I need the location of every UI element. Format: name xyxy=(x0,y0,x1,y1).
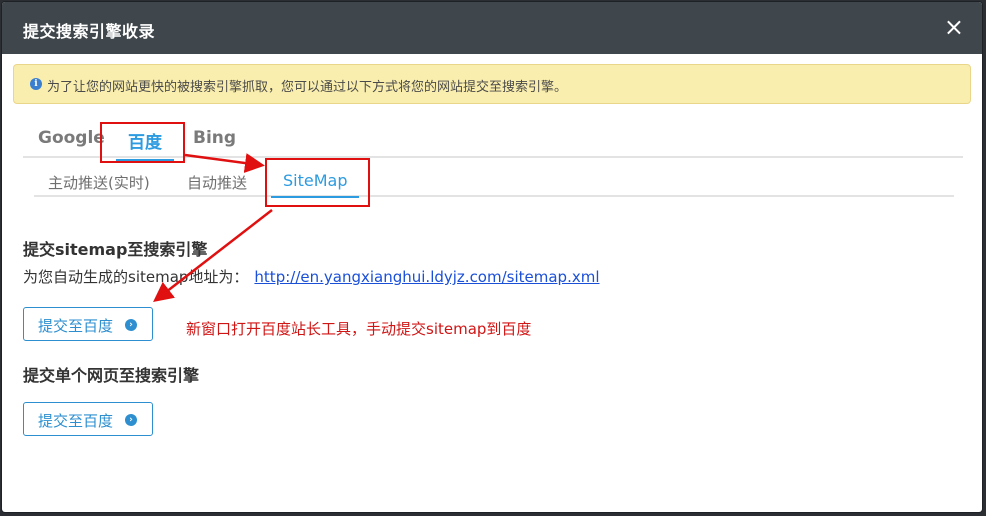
info-notice: i 为了让您的网站更快的被搜索引擎抓取，您可以通过以下方式将您的网站提交至搜索引… xyxy=(13,64,971,104)
dialog-header: 提交搜索引擎收录 × xyxy=(2,2,982,54)
notice-text: 为了让您的网站更快的被搜索引擎抓取，您可以通过以下方式将您的网站提交至搜索引擎。 xyxy=(47,80,568,95)
arrow-circle-right-icon: › xyxy=(125,414,137,426)
submit-button-label: 提交至百度 xyxy=(38,317,114,335)
tab-google[interactable]: Google xyxy=(38,128,105,148)
single-page-section-title: 提交单个网页至搜索引擎 xyxy=(23,366,200,385)
submit-page-to-baidu-button[interactable]: 提交至百度 › xyxy=(23,402,153,436)
sitemap-url-prefix: 为您自动生成的sitemap地址为： xyxy=(23,268,249,286)
close-icon[interactable]: × xyxy=(944,15,964,39)
submission-method-tabs: 主动推送(实时) 自动推送 SiteMap xyxy=(34,164,954,198)
submit-search-engine-dialog: 提交搜索引擎收录 × i 为了让您的网站更快的被搜索引擎抓取，您可以通过以下方式… xyxy=(2,2,982,512)
submit-button-label: 提交至百度 xyxy=(38,412,114,430)
tab-active-push[interactable]: 主动推送(实时) xyxy=(48,172,150,193)
baidu-tab-highlight xyxy=(100,122,185,163)
sitemap-url-line: 为您自动生成的sitemap地址为： http://en.yangxianghui… xyxy=(23,266,600,287)
tab-bing[interactable]: Bing xyxy=(193,128,236,148)
tab-auto-push[interactable]: 自动推送 xyxy=(187,172,247,193)
info-icon: i xyxy=(30,78,42,90)
arrow-circle-right-icon: › xyxy=(125,319,137,331)
dialog-title: 提交搜索引擎收录 xyxy=(23,22,156,41)
sitemap-url-link[interactable]: http://en.yangxianghui.ldyjz.com/sitemap… xyxy=(254,268,599,286)
annotation-text: 新窗口打开百度站长工具，手动提交sitemap到百度 xyxy=(186,320,532,338)
sitemap-section-title: 提交sitemap至搜索引擎 xyxy=(23,240,208,259)
submit-sitemap-to-baidu-button[interactable]: 提交至百度 › xyxy=(23,307,153,341)
sitemap-tab-highlight xyxy=(265,158,370,207)
